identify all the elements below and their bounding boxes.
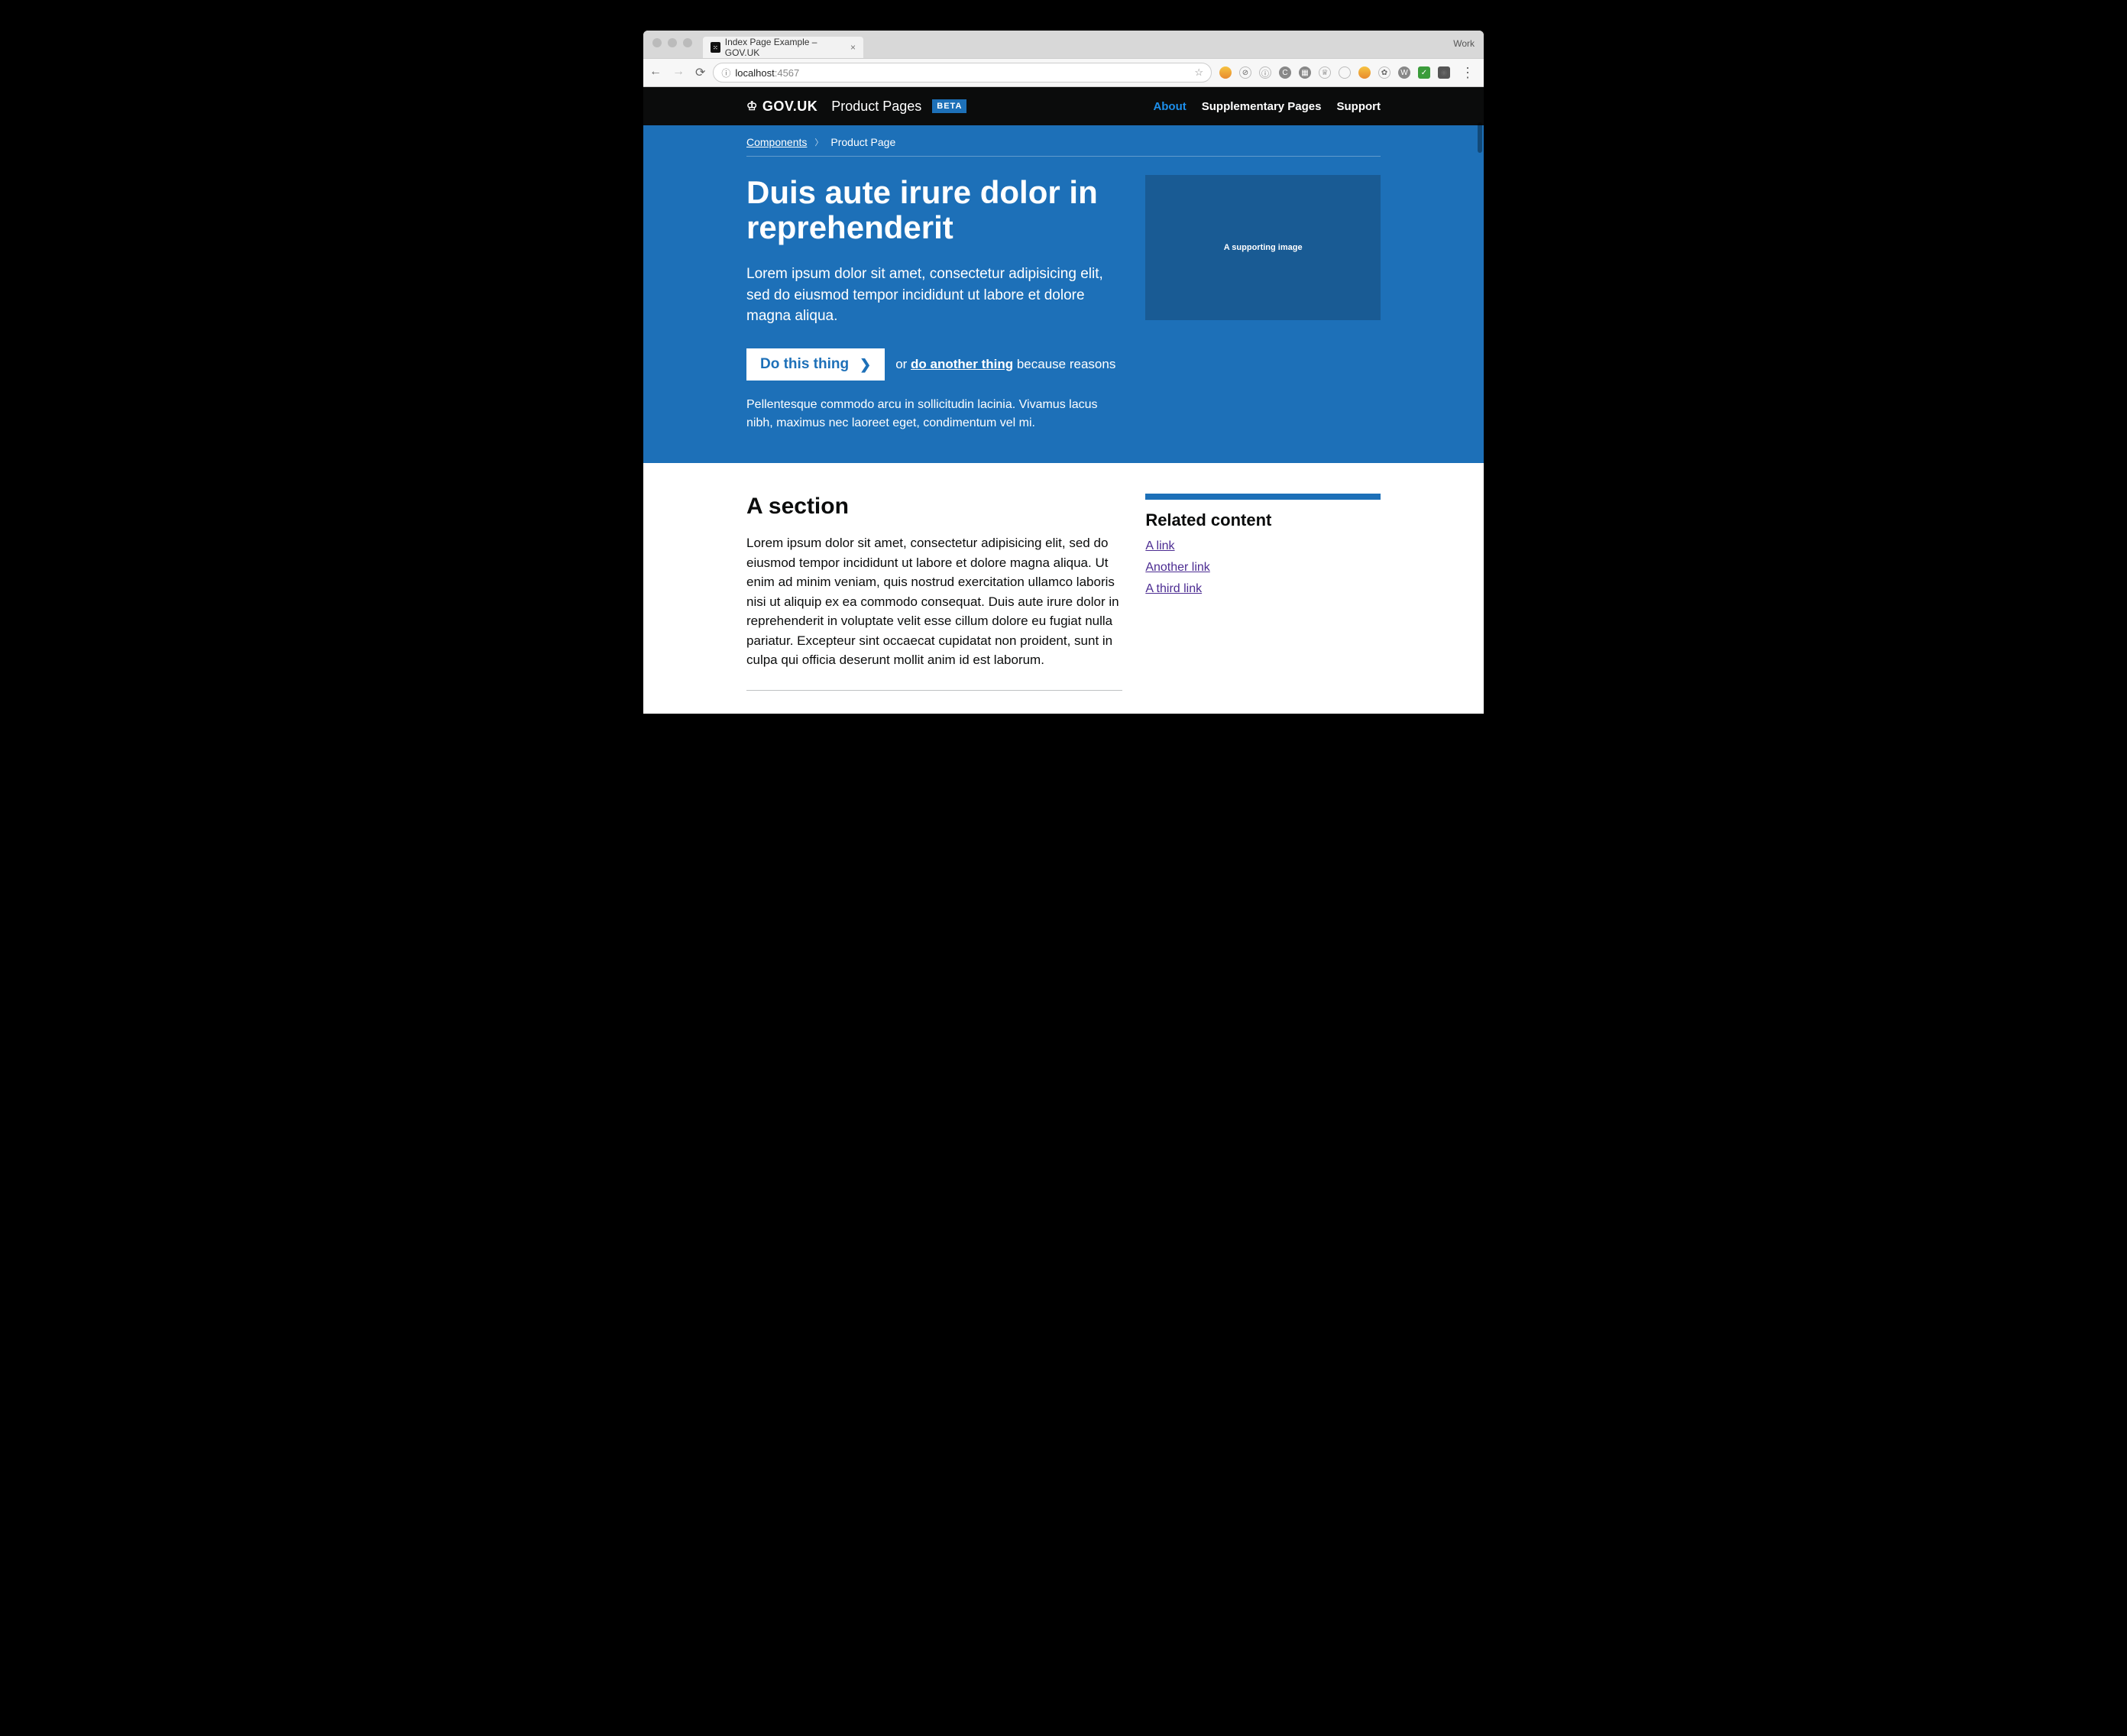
- tab-close-icon[interactable]: ×: [850, 42, 856, 53]
- section-title: A section: [746, 494, 1122, 520]
- url-host: localhost: [735, 67, 774, 79]
- extension-icons: ⊘ ⓘ C ▦ ♕ ✿ W ✓ ◉: [1219, 66, 1450, 79]
- page-title: Duis aute irure dolor in reprehenderit: [746, 175, 1122, 245]
- browser-menu-icon[interactable]: ⋮: [1458, 65, 1478, 81]
- extension-icon[interactable]: C: [1279, 66, 1291, 79]
- hero-lede: Lorem ipsum dolor sit amet, consectetur …: [746, 264, 1122, 327]
- extension-icon[interactable]: ✿: [1378, 66, 1390, 79]
- extension-icon[interactable]: ◉: [1438, 66, 1450, 79]
- chevron-right-icon: 〉: [814, 136, 823, 148]
- extension-icon[interactable]: ▦: [1299, 66, 1311, 79]
- related-accent-strip: [1145, 494, 1381, 500]
- hero-section: Components 〉 Product Page Duis aute irur…: [643, 125, 1484, 463]
- favicon-icon: ⁙: [711, 42, 720, 53]
- extension-icon[interactable]: [1339, 66, 1351, 79]
- browser-window: ⁙ Index Page Example – GOV.UK × Work ← →…: [643, 31, 1484, 714]
- extension-icon[interactable]: ⓘ: [1259, 66, 1271, 79]
- breadcrumb-parent[interactable]: Components: [746, 136, 807, 148]
- url-port: :4567: [775, 67, 800, 79]
- main-content: A section Lorem ipsum dolor sit amet, co…: [643, 463, 1484, 714]
- cta-alt-link[interactable]: do another thing: [911, 357, 1013, 371]
- section-body: Lorem ipsum dolor sit amet, consectetur …: [746, 533, 1122, 670]
- reload-icon[interactable]: ⟳: [695, 65, 705, 80]
- tab-strip: ⁙ Index Page Example – GOV.UK × Work: [643, 31, 1484, 58]
- phase-tag: BETA: [932, 99, 966, 113]
- product-name: Product Pages: [831, 99, 921, 115]
- scrollbar-thumb[interactable]: [1478, 122, 1482, 153]
- extension-icon[interactable]: ⊘: [1239, 66, 1251, 79]
- tab-title: Index Page Example – GOV.UK: [725, 37, 843, 58]
- header-nav: About Supplementary Pages Support: [1153, 100, 1381, 113]
- breadcrumb-current: Product Page: [830, 136, 895, 148]
- govuk-logo[interactable]: ♔ GOV.UK: [746, 99, 817, 115]
- related-link[interactable]: Another link: [1145, 561, 1381, 575]
- viewport: ♔ GOV.UK Product Pages BETA About Supple…: [643, 87, 1484, 714]
- nav-link-support[interactable]: Support: [1337, 100, 1381, 113]
- back-icon[interactable]: ←: [649, 65, 662, 80]
- logo-text: GOV.UK: [762, 99, 817, 115]
- related-link[interactable]: A third link: [1145, 582, 1381, 596]
- primary-cta-button[interactable]: Do this thing ❯: [746, 348, 885, 381]
- section-divider: [746, 690, 1122, 691]
- nav-link-supplementary[interactable]: Supplementary Pages: [1202, 100, 1322, 113]
- extension-icon[interactable]: ✓: [1418, 66, 1430, 79]
- nav-link-about[interactable]: About: [1153, 100, 1186, 113]
- cta-label: Do this thing: [760, 356, 849, 373]
- cta-alternative: or do another thing because reasons: [895, 357, 1115, 372]
- profile-label[interactable]: Work: [1453, 38, 1475, 49]
- forward-icon: →: [672, 65, 685, 80]
- extension-icon[interactable]: [1219, 66, 1232, 79]
- breadcrumb: Components 〉 Product Page: [746, 136, 1381, 157]
- maximize-window-icon[interactable]: [683, 38, 692, 47]
- url-input[interactable]: ⓘ localhost:4567 ☆: [713, 63, 1212, 83]
- section-title: Another section: [746, 711, 1122, 714]
- extension-icon[interactable]: W: [1398, 66, 1410, 79]
- window-controls: [652, 38, 692, 47]
- related-link[interactable]: A link: [1145, 539, 1381, 553]
- related-links: A link Another link A third link: [1145, 539, 1381, 596]
- address-bar: ← → ⟳ ⓘ localhost:4567 ☆ ⊘ ⓘ C ▦ ♕ ✿ W ✓…: [643, 58, 1484, 87]
- minimize-window-icon[interactable]: [668, 38, 677, 47]
- image-caption: A supporting image: [1224, 243, 1303, 252]
- site-info-icon[interactable]: ⓘ: [721, 66, 730, 79]
- crown-icon: ♔: [746, 99, 758, 114]
- extension-icon[interactable]: ♕: [1319, 66, 1331, 79]
- close-window-icon[interactable]: [652, 38, 662, 47]
- site-header: ♔ GOV.UK Product Pages BETA About Supple…: [643, 87, 1484, 125]
- browser-tab[interactable]: ⁙ Index Page Example – GOV.UK ×: [703, 37, 863, 58]
- hero-subtext: Pellentesque commodo arcu in sollicitudi…: [746, 396, 1122, 432]
- bookmark-star-icon[interactable]: ☆: [1194, 66, 1203, 79]
- related-title: Related content: [1145, 510, 1381, 530]
- extension-icon[interactable]: [1358, 66, 1371, 79]
- supporting-image: A supporting image: [1145, 175, 1381, 320]
- arrow-right-icon: ❯: [860, 357, 871, 373]
